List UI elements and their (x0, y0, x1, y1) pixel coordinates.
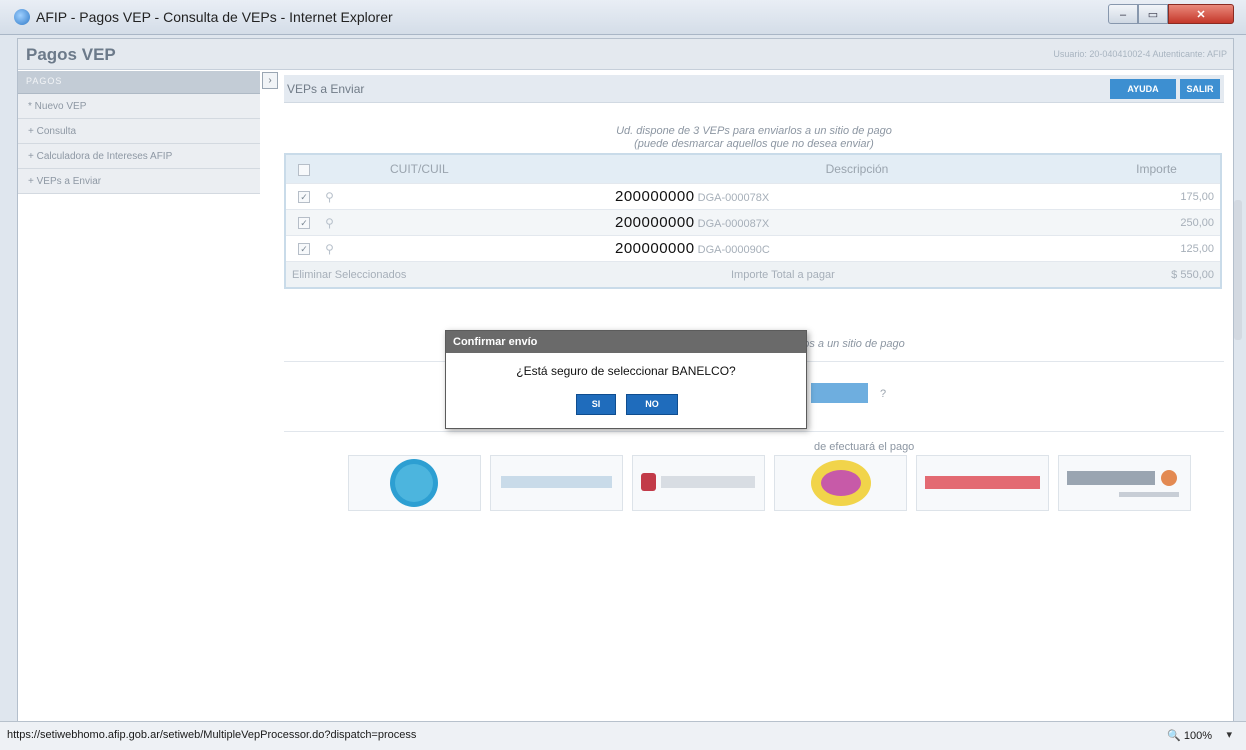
row-checkbox[interactable]: ✓ (298, 242, 310, 255)
total-label: Importe Total a pagar (621, 261, 1093, 288)
sidebar: PAGOS * Nuevo VEP + Consulta + Calculado… (18, 71, 260, 194)
logo-pagomiscuentas[interactable] (490, 455, 623, 511)
sidebar-collapse-button[interactable]: › (262, 72, 278, 89)
vep-table: CUIT/CUIL Descripción Importe ✓ ⚲ 200000… (284, 153, 1222, 289)
row-checkbox[interactable]: ✓ (298, 216, 310, 229)
sidebar-item-nuevo-vep[interactable]: * Nuevo VEP (18, 94, 260, 119)
logo-interbanking[interactable] (632, 455, 765, 511)
confirm-dialog: Confirmar envío ¿Está seguro de seleccio… (445, 330, 807, 429)
select-all-checkbox[interactable] (298, 163, 310, 176)
column-header-descripcion: Descripción (621, 154, 1093, 184)
sidebar-item-calculadora[interactable]: + Calculadora de Intereses AFIP (18, 144, 260, 169)
delete-selected-link[interactable]: Eliminar Seleccionados (285, 261, 621, 288)
main-panel: VEPs a Enviar AYUDA SALIR Ud. dispone de… (284, 75, 1224, 511)
sidebar-header-label: PAGOS (26, 76, 63, 86)
chevron-down-icon[interactable]: ▾ (1226, 728, 1232, 741)
logo-xn-group[interactable] (1058, 455, 1191, 511)
row-cuit-desc: 200000000 DGA-000090C (389, 235, 1093, 262)
panel-header: VEPs a Enviar AYUDA SALIR (284, 75, 1224, 103)
pago-logo-icon (811, 460, 871, 506)
row-actions: ✓ ⚲ (285, 209, 389, 236)
table-row: ✓ ⚲ 200000000 DGA-000087X 250,00 (285, 209, 1221, 236)
dialog-message: ¿Está seguro de seleccionar BANELCO? (516, 364, 736, 378)
magnifier-icon[interactable]: ⚲ (325, 216, 334, 230)
app-title: Pagos VEP (26, 45, 116, 64)
status-url: https://setiwebhomo.afip.gob.ar/setiweb/… (7, 729, 417, 741)
vertical-scrollbar[interactable] (1234, 200, 1242, 340)
pagomiscuentas-logo-icon (501, 476, 612, 488)
window-title: AFIP - Pagos VEP - Consulta de VEPs - In… (36, 9, 393, 25)
row-amount: 125,00 (1093, 235, 1221, 262)
row-actions: ✓ ⚲ (285, 235, 389, 262)
help-question-mark[interactable]: ? (880, 388, 886, 400)
zoom-level[interactable]: 🔍 100% (1167, 729, 1212, 742)
row-cuit-desc: 200000000 DGA-000078X (389, 183, 1093, 210)
yes-button[interactable]: SI (576, 394, 616, 415)
app-header: Pagos VEP Usuario: 20-04041002-4 Autenti… (18, 39, 1233, 70)
internet-explorer-icon (14, 9, 30, 25)
rapipago-logo-icon (925, 476, 1040, 489)
row-checkbox[interactable]: ✓ (298, 190, 310, 203)
logo-link[interactable] (348, 455, 481, 511)
info-line-hint: (puede desmarcar aquellos que no desea e… (634, 138, 874, 150)
column-header-importe: Importe (1093, 154, 1221, 184)
row-amount: 175,00 (1093, 183, 1221, 210)
table-header-row: CUIT/CUIL Descripción Importe (285, 154, 1221, 184)
help-button[interactable]: AYUDA (1110, 79, 1176, 99)
row-cuit: 200000000 (615, 240, 695, 257)
table-footer-row: Eliminar Seleccionados Importe Total a p… (285, 261, 1221, 288)
link-logo-icon (390, 459, 438, 507)
column-header-cuit: CUIT/CUIL (389, 154, 621, 184)
table-row: ✓ ⚲ 200000000 DGA-000090C 125,00 (285, 235, 1221, 262)
sidebar-header: PAGOS (18, 71, 260, 94)
row-cuit: 200000000 (615, 214, 695, 231)
row-actions: ✓ ⚲ (285, 183, 389, 210)
table-row: ✓ ⚲ 200000000 DGA-000078X 175,00 (285, 183, 1221, 210)
status-bar: https://setiwebhomo.afip.gob.ar/setiweb/… (0, 721, 1246, 750)
logo-pago[interactable] (774, 455, 907, 511)
window-titlebar: AFIP - Pagos VEP - Consulta de VEPs - In… (0, 0, 1246, 35)
magnifier-icon[interactable]: ⚲ (325, 190, 334, 204)
row-cuit: 200000000 (615, 188, 695, 205)
user-info: Usuario: 20-04041002-4 Autenticante: AFI… (1053, 49, 1227, 59)
row-description: DGA-000078X (697, 192, 770, 204)
exit-button[interactable]: SALIR (1180, 79, 1220, 99)
divider (284, 431, 1224, 432)
sidebar-item-veps-a-enviar[interactable]: + VEPs a Enviar (18, 169, 260, 194)
payment-select-button[interactable] (811, 383, 868, 403)
payment-site-caption: de efectuará el pago (814, 441, 915, 453)
row-description: DGA-000087X (697, 218, 770, 230)
dialog-title: Confirmar envío (446, 331, 806, 353)
interbanking-logo-icon (641, 473, 755, 491)
total-value: $ 550,00 (1093, 261, 1221, 288)
row-amount: 250,00 (1093, 209, 1221, 236)
logo-rapipago[interactable] (916, 455, 1049, 511)
close-window-button[interactable]: ✕ (1168, 4, 1234, 24)
magnifier-icon[interactable]: ⚲ (325, 242, 334, 256)
xn-group-logo-icon (1067, 470, 1179, 497)
minimize-button[interactable]: ‒ (1108, 4, 1138, 24)
zoom-value: 100% (1183, 730, 1212, 742)
row-description: DGA-000090C (697, 244, 770, 256)
window-controls: ‒ ▭ ✕ (1108, 4, 1236, 24)
no-button[interactable]: NO (626, 394, 678, 415)
sidebar-item-consulta[interactable]: + Consulta (18, 119, 260, 144)
row-cuit-desc: 200000000 DGA-000087X (389, 209, 1093, 236)
info-line-available: Ud. dispone de 3 VEPs para enviarlos a u… (616, 125, 892, 137)
select-all-cell (285, 154, 389, 184)
maximize-button[interactable]: ▭ (1138, 4, 1168, 24)
panel-title: VEPs a Enviar (287, 82, 365, 96)
